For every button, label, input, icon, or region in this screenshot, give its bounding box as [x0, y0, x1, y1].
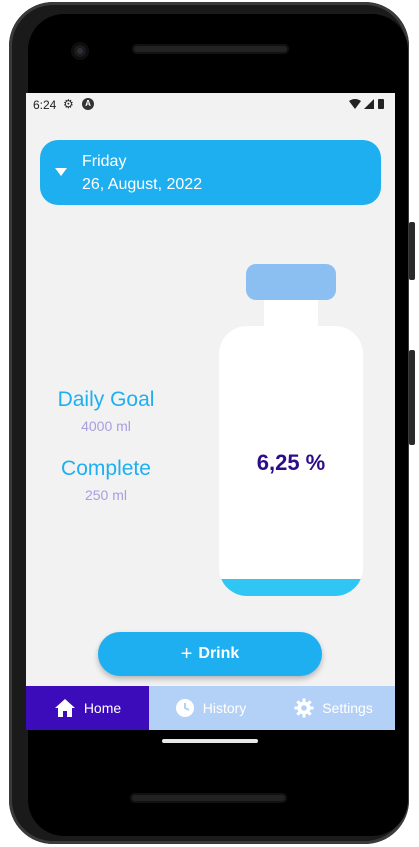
date-selector[interactable]: Friday 26, August, 2022 — [40, 140, 381, 205]
top-speaker — [132, 44, 289, 54]
gear-icon — [294, 698, 314, 718]
app-screen: 6:24 ⚙ A Friday 26, August, 2022 Daily G… — [26, 93, 395, 730]
home-icon — [54, 698, 76, 718]
volume-button — [409, 222, 415, 280]
water-bottle: 6,25 % — [219, 326, 363, 596]
settings-notification-icon: ⚙ — [63, 97, 74, 111]
nav-item-settings[interactable]: Settings — [272, 686, 395, 730]
drink-button[interactable]: + Drink — [98, 632, 322, 676]
status-icons — [349, 98, 385, 113]
nav-history-label: History — [202, 700, 247, 716]
water-level — [219, 579, 363, 596]
date-full-label: 26, August, 2022 — [82, 176, 203, 193]
nav-item-history[interactable]: History — [149, 686, 272, 730]
battery-icon — [378, 99, 384, 109]
bottom-navigation: Home History Settings — [26, 686, 395, 730]
power-button — [409, 350, 415, 445]
bottle-cap — [246, 264, 336, 300]
nav-item-home[interactable]: Home — [26, 686, 149, 730]
app-notification-icon: A — [82, 98, 94, 110]
front-camera — [71, 42, 89, 60]
status-bar: 6:24 ⚙ A — [26, 93, 395, 117]
signal-icon — [364, 99, 374, 109]
drink-button-label: Drink — [198, 645, 240, 662]
chevron-down-icon — [55, 168, 67, 176]
clock-icon — [175, 698, 195, 718]
nav-home-label: Home — [83, 700, 122, 716]
complete-label: Complete — [61, 457, 151, 480]
daily-goal-label: Daily Goal — [57, 388, 155, 411]
progress-percent: 6,25 % — [256, 450, 326, 475]
wifi-icon — [349, 99, 361, 109]
bottom-speaker — [130, 793, 287, 803]
date-day-label: Friday — [82, 153, 127, 170]
nav-settings-label: Settings — [322, 700, 373, 716]
daily-goal-value: 4000 ml — [81, 418, 131, 434]
status-time: 6:24 — [33, 98, 57, 112]
home-indicator[interactable] — [162, 739, 258, 743]
plus-icon: + — [180, 643, 193, 665]
complete-value: 250 ml — [84, 487, 128, 503]
